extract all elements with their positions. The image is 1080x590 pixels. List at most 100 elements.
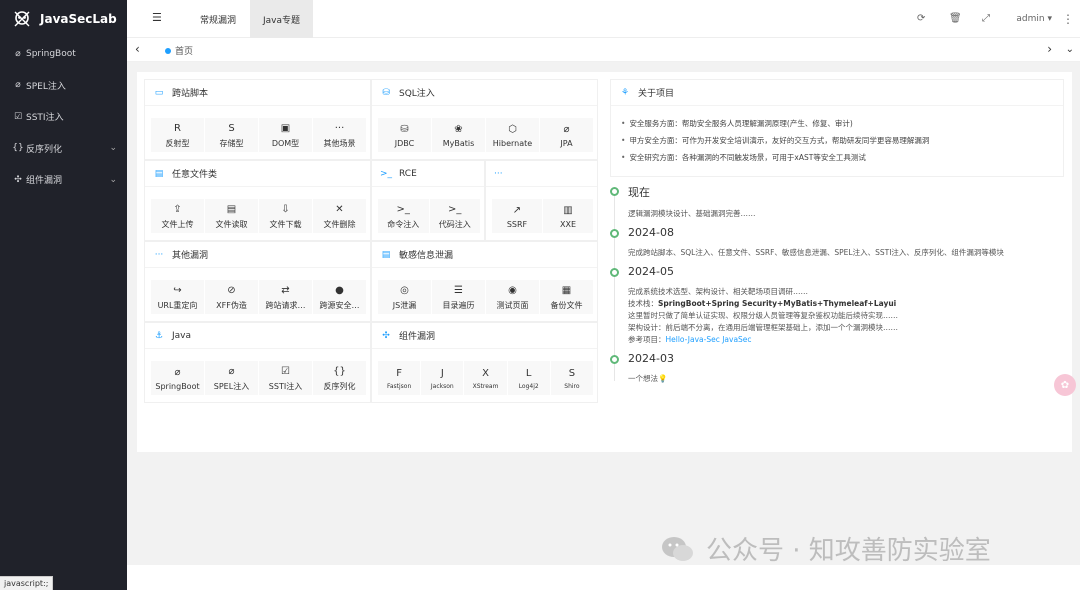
- panel-header: ▭ 跨站脚本: [145, 80, 370, 106]
- tech-stack-value: SpringBoot+Spring Security+MyBatis+Thyme…: [658, 299, 897, 308]
- button-grid: F Fastjson J Jackson X XStream L Log4j2 S Shiro: [378, 361, 594, 395]
- vuln-button[interactable]: S 存储型: [205, 118, 258, 152]
- vuln-button[interactable]: ▥ XXE: [543, 199, 593, 233]
- user-menu[interactable]: admin ▾: [1016, 14, 1052, 24]
- button-label: MyBatis: [442, 138, 475, 148]
- tab-java-topics[interactable]: Java专题: [250, 0, 314, 38]
- button-icon: X: [482, 367, 489, 379]
- vuln-button[interactable]: >_ 命令注入: [378, 199, 429, 233]
- ref-label: 参考项目：: [628, 335, 666, 344]
- button-label: SSRF: [506, 219, 528, 229]
- tabs-dropdown-icon[interactable]: ⌄: [1066, 44, 1074, 55]
- button-icon: ···: [334, 122, 345, 134]
- vuln-button[interactable]: ⌀ JPA: [540, 118, 593, 152]
- vuln-button[interactable]: ▤ 文件读取: [205, 199, 258, 233]
- vuln-button[interactable]: L Log4j2: [507, 361, 550, 395]
- button-icon: ⛁: [400, 123, 409, 135]
- button-icon: ◉: [508, 284, 517, 296]
- button-label: SpringBoot: [155, 381, 200, 391]
- vuln-button[interactable]: ✕ 文件删除: [313, 199, 366, 233]
- vuln-button[interactable]: >_ 代码注入: [429, 199, 480, 233]
- button-grid: ◎ JS泄漏 ☰ 目录遍历 ◉ 测试页面 ▦ 备份文件: [378, 280, 593, 314]
- menu-toggle-icon[interactable]: ☰: [152, 11, 162, 24]
- vuln-button[interactable]: ☑ SSTI注入: [259, 361, 312, 395]
- sidebar-item[interactable]: {} 反序列化 ⌄: [0, 133, 127, 165]
- tab-common-vulns[interactable]: 常规漏洞: [187, 0, 249, 38]
- vuln-button[interactable]: ⇪ 文件上传: [151, 199, 204, 233]
- button-icon: J: [440, 367, 444, 379]
- vuln-button[interactable]: ◉ 测试页面: [486, 280, 539, 314]
- tab-home-label: 首页: [175, 47, 194, 57]
- reference-link[interactable]: Hello-Java-Sec JavaSec: [666, 335, 752, 344]
- tabs-next-icon[interactable]: ›: [1047, 42, 1052, 56]
- panel-header: ▤ 敏感信息泄漏: [372, 242, 597, 268]
- app-logo[interactable]: JavaSecLab: [0, 0, 127, 38]
- vuln-button[interactable]: S Shiro: [550, 361, 594, 395]
- vuln-button[interactable]: ❀ MyBatis: [432, 118, 485, 152]
- fullscreen-icon[interactable]: ⤢: [982, 13, 990, 24]
- vuln-button[interactable]: ⌀ SPEL注入: [205, 361, 258, 395]
- vuln-button[interactable]: ▣ DOM型: [259, 118, 312, 152]
- vuln-button[interactable]: ▦ 备份文件: [540, 280, 593, 314]
- sidebar-item[interactable]: ✣ 组件漏洞 ⌄: [0, 164, 127, 196]
- timeline-line-text: 架构设计：前后端不分离，在通用后端管理框架基础上，添加一个个漏洞模块……: [628, 323, 898, 332]
- panel-sqli: ⛁ SQL注入 ⛁ JDBC ❀ MyBatis ⬡ Hibernate ⌀ JPA: [371, 79, 598, 160]
- vuln-button[interactable]: ↪ URL重定向: [151, 280, 204, 314]
- tabs-prev-icon[interactable]: ‹: [135, 42, 140, 56]
- vuln-button[interactable]: {} 反序列化: [313, 361, 366, 395]
- timeline-dot-icon: [610, 355, 619, 364]
- sidebar-item-label: SpringBoot: [26, 48, 76, 59]
- about-item: 安全研究方面：各种漏洞的不同触发场景，可用于xAST等安全工具测试: [621, 152, 1053, 163]
- button-label: 备份文件: [550, 300, 583, 310]
- sidebar-item[interactable]: ☑ SSTI注入: [0, 101, 127, 133]
- button-icon: L: [525, 367, 532, 379]
- more-icon[interactable]: ⋮: [1062, 12, 1074, 26]
- about-item: 安全服务方面：帮助安全服务人员理解漏洞原理(产生、修复、审计): [621, 118, 1053, 129]
- button-label: JS泄漏: [392, 300, 417, 310]
- panel-title: ···: [494, 168, 503, 179]
- vuln-button[interactable]: R 反射型: [151, 118, 204, 152]
- button-label: XXE: [559, 219, 576, 229]
- button-icon: {}: [333, 365, 346, 377]
- button-icon: S: [568, 367, 576, 379]
- panel-title: 其他漏洞: [172, 251, 209, 261]
- vuln-button[interactable]: ● 跨源安全…: [313, 280, 366, 314]
- vuln-button[interactable]: ⇩ 文件下载: [259, 199, 312, 233]
- button-label: XFF伪造: [216, 300, 247, 310]
- button-grid: ↗ SSRF ▥ XXE: [492, 199, 593, 233]
- theme-float-icon[interactable]: ✿: [1054, 374, 1076, 396]
- vuln-button[interactable]: F Fastjson: [378, 361, 421, 395]
- vuln-button[interactable]: X XStream: [464, 361, 507, 395]
- trash-icon[interactable]: 🗑: [949, 13, 962, 24]
- panel-title: 敏感信息泄漏: [399, 251, 454, 261]
- panel-leak: ▤ 敏感信息泄漏 ◎ JS泄漏 ☰ 目录遍历 ◉ 测试页面 ▦ 备份文件: [371, 241, 598, 322]
- timeline-text: 完成系统技术选型、架构设计、相关靶场项目调研…… 技术栈：SpringBoot+S…: [628, 286, 1064, 346]
- vuln-button[interactable]: ↗ SSRF: [492, 199, 542, 233]
- vuln-button[interactable]: ☰ 目录遍历: [432, 280, 485, 314]
- timeline-line-text: 完成跨站脚本、SQL注入、任意文件、SSRF、敏感信息泄漏、SPEL注入、SST…: [628, 248, 1004, 257]
- vuln-button[interactable]: ⇄ 跨站请求…: [259, 280, 312, 314]
- button-label: 跨源安全…: [319, 300, 360, 310]
- button-icon: ⇪: [173, 203, 182, 215]
- vuln-button[interactable]: J Jackson: [421, 361, 464, 395]
- sidebar-item-label: SPEL注入: [26, 81, 66, 92]
- vuln-button[interactable]: ◎ JS泄漏: [378, 280, 431, 314]
- tab-home[interactable]: 首页: [165, 44, 193, 57]
- page-tabs-bar: ‹ 首页 › ⌄: [127, 38, 1080, 62]
- button-icon: ⇩: [281, 203, 290, 215]
- timeline-text: 完成跨站脚本、SQL注入、任意文件、SSRF、敏感信息泄漏、SPEL注入、SST…: [628, 247, 1064, 259]
- timeline-item: 2024-08 完成跨站脚本、SQL注入、任意文件、SSRF、敏感信息泄漏、SPE…: [610, 226, 1064, 288]
- button-label: 文件读取: [215, 219, 248, 229]
- vuln-button[interactable]: ⊘ XFF伪造: [205, 280, 258, 314]
- panel-java: ⚓ Java ⌀ SpringBoot ⌀ SPEL注入 ☑ SSTI注入 {} 反序列化: [144, 322, 371, 403]
- vuln-button[interactable]: ⬡ Hibernate: [486, 118, 539, 152]
- vuln-button[interactable]: ⌀ SpringBoot: [151, 361, 204, 395]
- panel-ssrf: ··· ↗ SSRF ▥ XXE: [485, 160, 598, 241]
- button-grid: R 反射型 S 存储型 ▣ DOM型 ··· 其他场景: [151, 118, 366, 152]
- sidebar-item[interactable]: ⌀ SPEL注入: [0, 70, 127, 102]
- vuln-button[interactable]: ··· 其他场景: [313, 118, 366, 152]
- vuln-button[interactable]: ⛁ JDBC: [378, 118, 431, 152]
- sidebar-item[interactable]: ⌀ SpringBoot: [0, 38, 127, 70]
- button-icon: S: [228, 122, 235, 134]
- refresh-icon[interactable]: ⟳: [917, 13, 925, 24]
